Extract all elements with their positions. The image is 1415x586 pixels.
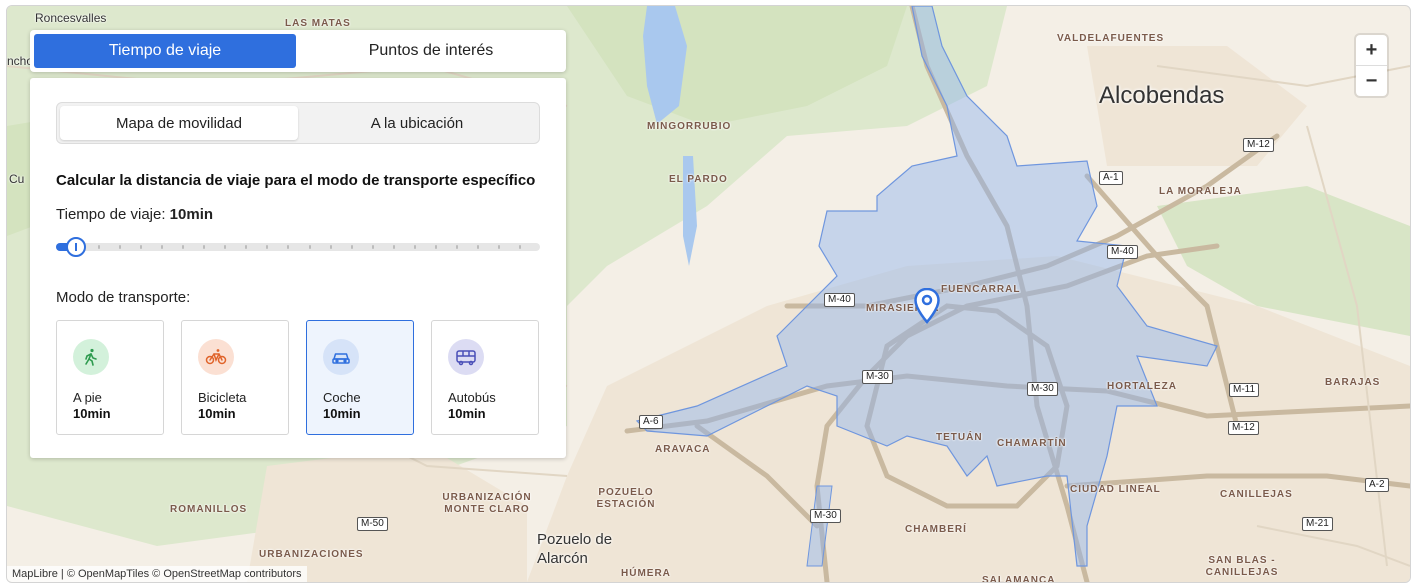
place-label: LA MORALEJA: [1159, 186, 1242, 197]
travel-time-value: 10min: [169, 206, 214, 223]
place-label: URBANIZACIÓN MONTE CLARO: [442, 492, 532, 515]
mode-name: Autobús: [448, 390, 496, 405]
location-pin-icon[interactable]: [914, 288, 940, 324]
slider-tick: [455, 245, 458, 249]
slider-tick: [245, 245, 248, 249]
place-label: CIUDAD LINEAL: [1070, 484, 1161, 495]
slider-tick: [266, 245, 269, 249]
slider-tick: [518, 245, 521, 249]
place-label: SAN BLAS - CANILLEJAS: [1205, 555, 1279, 578]
slider-tick: [308, 245, 311, 249]
slider-tick: [98, 245, 101, 249]
mode-card-walk[interactable]: A pie 10min: [56, 320, 164, 435]
place-label: TETUÁN: [936, 432, 983, 443]
place-label: ROMANILLOS: [170, 504, 248, 515]
travel-time-row: Tiempo de viaje: 10min: [56, 206, 540, 223]
zoom-out-button[interactable]: −: [1356, 65, 1387, 96]
mode-name: Coche: [323, 390, 361, 405]
place-label: HORTALEZA: [1107, 381, 1177, 392]
mode-time: 10min: [198, 406, 236, 421]
place-label: FUENCARRAL: [941, 284, 1021, 295]
road-shield: M-40: [824, 293, 855, 307]
slider-ticks: [56, 245, 540, 249]
road-shield: M-30: [1027, 382, 1058, 396]
road-shield: M-12: [1243, 138, 1274, 152]
walk-icon: [73, 339, 109, 375]
road-shield: A-2: [1365, 478, 1389, 492]
slider-thumb[interactable]: [66, 237, 86, 257]
slider-tick: [434, 245, 437, 249]
slider-tick: [182, 245, 185, 249]
slider-tick: [476, 245, 479, 249]
maplibre-link[interactable]: MapLibre: [12, 568, 58, 580]
bicycle-icon: [198, 339, 234, 375]
place-label: LAS MATAS: [285, 18, 351, 29]
slider-tick: [203, 245, 206, 249]
attribution-text[interactable]: | © OpenMapTiles © OpenStreetMap contrib…: [58, 568, 302, 580]
tab-travel-time[interactable]: Tiempo de viaje: [34, 34, 296, 68]
slider-tick: [287, 245, 290, 249]
road-shield: M-40: [1107, 245, 1138, 259]
slider-tick: [413, 245, 416, 249]
place-label: Roncesvalles: [35, 11, 107, 25]
car-icon: [323, 339, 359, 375]
travel-time-panel: Mapa de movilidad A la ubicación Calcula…: [30, 78, 566, 458]
mode-segmented-control: Mapa de movilidad A la ubicación: [56, 102, 540, 144]
place-label: VALDELAFUENTES: [1057, 33, 1165, 44]
bus-icon: [448, 339, 484, 375]
travel-time-slider[interactable]: [56, 237, 540, 257]
place-label: SALAMANCA: [982, 575, 1056, 583]
panel-tabs: Tiempo de viaje Puntos de interés: [30, 30, 566, 72]
place-label: CHAMARTÍN: [997, 438, 1067, 449]
mode-time: 10min: [323, 406, 361, 421]
mode-name: A pie: [73, 390, 102, 405]
mode-card-car[interactable]: Coche 10min: [306, 320, 414, 435]
road-shield: M-50: [357, 517, 388, 531]
place-label: MINGORRUBIO: [647, 121, 732, 132]
place-label: ARAVACA: [655, 444, 711, 455]
slider-tick: [224, 245, 227, 249]
transport-mode-cards: A pie 10min Bicicleta 10min Coche 10min: [56, 320, 540, 435]
zoom-in-button[interactable]: +: [1356, 35, 1387, 65]
mode-card-bicycle[interactable]: Bicicleta 10min: [181, 320, 289, 435]
slider-tick: [350, 245, 353, 249]
city-label: Pozuelo de Alarcón: [537, 531, 613, 567]
road-shield: M-30: [810, 509, 841, 523]
slider-tick: [497, 245, 500, 249]
map-attribution: MapLibre | © OpenMapTiles © OpenStreetMa…: [7, 566, 307, 582]
road-shield: M-21: [1302, 517, 1333, 531]
place-label: Cu: [9, 172, 25, 186]
mode-name: Bicicleta: [198, 390, 247, 405]
slider-tick: [329, 245, 332, 249]
transport-mode-label: Modo de transporte:: [56, 289, 191, 306]
road-shield: M-11: [1229, 383, 1260, 397]
place-label: BARAJAS: [1325, 377, 1381, 388]
mode-time: 10min: [448, 406, 486, 421]
slider-tick: [371, 245, 374, 249]
place-label: HÚMERA: [621, 568, 671, 579]
place-label: EL PARDO: [669, 174, 728, 185]
segment-mobility-map[interactable]: Mapa de movilidad: [60, 106, 298, 140]
mode-card-bus[interactable]: Autobús 10min: [431, 320, 539, 435]
mode-time: 10min: [73, 406, 111, 421]
slider-tick: [392, 245, 395, 249]
segment-to-location[interactable]: A la ubicación: [298, 106, 536, 140]
travel-time-label: Tiempo de viaje:: [56, 206, 166, 223]
place-label: CANILLEJAS: [1220, 489, 1293, 500]
tab-points-of-interest[interactable]: Puntos de interés: [300, 34, 562, 68]
place-label: URBANIZACIONES: [259, 549, 364, 560]
slider-tick: [161, 245, 164, 249]
place-label: CHAMBERÍ: [905, 524, 967, 535]
road-shield: A-1: [1099, 171, 1123, 185]
road-shield: A-6: [639, 415, 663, 429]
road-shield: M-30: [862, 370, 893, 384]
place-label: POZUELO ESTACIÓN: [596, 487, 656, 510]
slider-tick: [140, 245, 143, 249]
slider-tick: [119, 245, 122, 249]
city-label: Alcobendas: [1099, 82, 1225, 109]
panel-heading: Calcular la distancia de viaje para el m…: [56, 172, 536, 189]
zoom-control: + −: [1356, 35, 1387, 96]
road-shield: M-12: [1228, 421, 1259, 435]
